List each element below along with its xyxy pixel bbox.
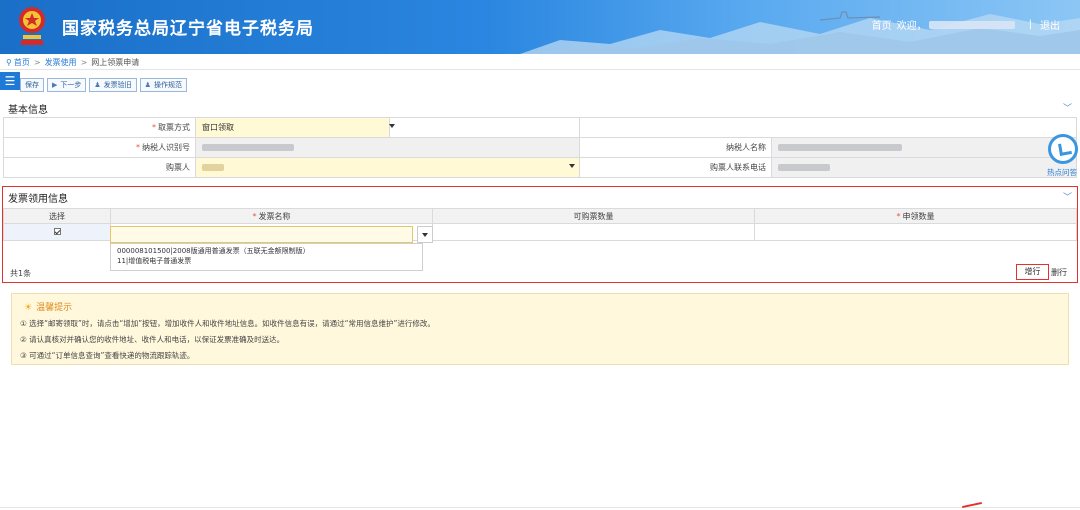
buyer-select[interactable] [195, 157, 580, 178]
pickup-method-select[interactable]: 窗口领取 [195, 117, 395, 138]
breadcrumb-home[interactable]: 首页 [14, 57, 30, 68]
invoice-check-label: 发票验旧 [103, 81, 132, 89]
chevron-down-icon[interactable]: ﹀ [1063, 190, 1072, 203]
menu-toggle-button[interactable]: ☰ [0, 72, 20, 90]
col-apply-qty: * 申领数量 [754, 208, 1077, 224]
save-button[interactable]: 保存 [20, 78, 44, 92]
taxpayer-id-field[interactable] [195, 137, 580, 158]
tip-line: ③ 可通过“订单信息查询”查看快递的物流跟踪轨迹。 [20, 351, 195, 360]
play-icon: ▶ [52, 81, 58, 89]
next-button[interactable]: ▶ 下一步 [47, 78, 87, 92]
invoice-name-dropdown-button[interactable] [417, 226, 433, 243]
taxpayer-name-redacted [778, 144, 902, 151]
hot-questions-widget[interactable]: 热点问答 [1046, 134, 1080, 180]
welcome-text: 欢迎， [896, 21, 927, 32]
buyer-phone-redacted [778, 164, 830, 171]
site-header: 国家税务总局辽宁省电子税务局 首页 欢迎， | 退出 [0, 0, 1080, 54]
row-count: 共1条 [10, 269, 32, 278]
row-checkbox-cell[interactable] [3, 223, 111, 241]
logout-link[interactable]: 退出 [1040, 17, 1060, 32]
guide-label: 操作规范 [153, 81, 182, 89]
pickup-method-label: * 取票方式 [3, 117, 196, 138]
taxpayer-id-label: * 纳税人识别号 [3, 137, 196, 158]
add-row-button[interactable]: 增行 [1016, 264, 1049, 280]
tips-panel: ☀ 温馨提示 ① 选择“邮寄领取”时，请点击“增加”按钮，增加收件人和收件地址信息… [11, 293, 1069, 365]
col-invoice-name: * 发票名称 [110, 208, 433, 224]
dropdown-option[interactable]: 000008101500|2008版通用普通发票（五联无金额限制版） [111, 246, 422, 256]
buyer-phone-label: 购票人联系电话 [579, 157, 772, 178]
taxpayer-name-field[interactable] [771, 137, 1077, 158]
caret-down-icon [569, 164, 575, 168]
page-bottom-border [0, 507, 1080, 508]
header-nav: 首页 欢迎， | 退出 [872, 17, 1060, 32]
lightbulb-icon: ☀ [24, 303, 33, 313]
table-header-row: 选择 * 发票名称 可购票数量 * 申领数量 [3, 208, 1077, 224]
breadcrumb: ⚲ 首页 > 发票使用 > 网上领票申请 [0, 56, 1080, 70]
empty-cell [579, 117, 1077, 138]
click-cursor-icon [1048, 134, 1078, 164]
home-link[interactable]: 首页 [872, 17, 892, 32]
nav-separator: | [1028, 19, 1032, 30]
site-title: 国家税务总局辽宁省电子税务局 [62, 19, 314, 39]
toolbar: 保存 ▶ 下一步 ♟ 发票验旧 ♟ 操作规范 [20, 78, 187, 92]
buyer-phone-field[interactable] [771, 157, 1077, 178]
col-select: 选择 [3, 208, 111, 224]
pickup-method-value: 窗口领取 [202, 123, 234, 132]
hot-questions-label: 热点问答 [1047, 168, 1077, 177]
available-qty-cell [432, 223, 755, 241]
buyer-name-redacted [202, 164, 224, 171]
chevron-down-icon[interactable]: ﹀ [1063, 101, 1072, 114]
breadcrumb-separator: > [33, 58, 41, 67]
users-icon: ♟ [144, 81, 151, 89]
users-icon: ♟ [94, 81, 101, 89]
invoice-name-input[interactable] [110, 226, 413, 243]
tips-title: ☀ 温馨提示 [24, 303, 73, 313]
col-available-qty: 可购票数量 [432, 208, 755, 224]
invoice-name-dropdown: 000008101500|2008版通用普通发票（五联无金额限制版） 11|增值… [110, 243, 423, 271]
breadcrumb-separator: > [80, 58, 88, 67]
basic-info-title: 基本信息 [8, 105, 48, 116]
tax-emblem-icon [19, 7, 45, 45]
apply-qty-cell[interactable] [754, 223, 1077, 241]
dropdown-option[interactable]: 11|增值税电子普通发票 [111, 256, 422, 266]
buyer-label: 购票人 [3, 157, 196, 178]
tip-line: ② 请认真核对并确认您的收件地址、收件人和电话，以保证发票准确及时送达。 [20, 335, 285, 344]
username-redacted [928, 20, 1015, 29]
next-label: 下一步 [60, 81, 82, 89]
caret-down-icon [389, 124, 395, 128]
tip-line: ① 选择“邮寄领取”时，请点击“增加”按钮，增加收件人和收件地址信息。如收件信息… [20, 319, 435, 328]
basic-info-grid: * 取票方式 窗口领取 * 纳税人识别号 纳税人名称 购票人 购票人联系电话 [3, 117, 1077, 178]
taxpayer-name-label: 纳税人名称 [579, 137, 772, 158]
breadcrumb-current: 网上领票申请 [91, 58, 140, 67]
save-label: 保存 [25, 81, 39, 89]
invoice-section-title: 发票领用信息 [8, 194, 68, 205]
invoice-check-button[interactable]: ♟ 发票验旧 [89, 78, 137, 92]
breadcrumb-invoice-use[interactable]: 发票使用 [45, 57, 77, 68]
location-pin-icon: ⚲ [6, 58, 12, 67]
guide-button[interactable]: ♟ 操作规范 [139, 78, 187, 92]
empty-cell [389, 117, 580, 138]
taxpayer-id-redacted [202, 144, 294, 151]
row-checkbox[interactable] [53, 227, 61, 235]
delete-row-button[interactable]: 删行 [1051, 267, 1067, 278]
caret-down-icon [422, 233, 428, 237]
